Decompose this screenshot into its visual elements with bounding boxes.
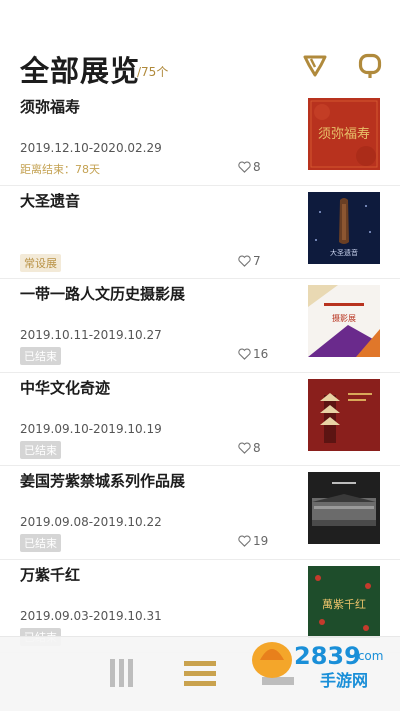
exhibition-title: 大圣遗音 bbox=[20, 191, 81, 210]
status-badge: 已结束 bbox=[20, 347, 61, 365]
list-item[interactable]: 大圣遗音 常设展 7 大圣遗音 bbox=[0, 186, 400, 279]
heart-icon bbox=[238, 254, 251, 267]
like-count: 8 bbox=[253, 440, 261, 455]
exhibition-date: 2019.09.10-2019.10.19 bbox=[20, 421, 162, 436]
header: 全部展览 /75个 bbox=[0, 0, 400, 92]
exhibition-date: 2019.09.08-2019.10.22 bbox=[20, 515, 162, 529]
exhibition-date: 2019.12.10-2020.02.29 bbox=[20, 141, 162, 155]
list-item[interactable]: 须弥福寿 2019.12.10-2020.02.29 距离结束：78天 8 须弥… bbox=[0, 92, 400, 186]
status-badge: 已结束 bbox=[20, 440, 61, 459]
search-icon[interactable] bbox=[358, 53, 382, 79]
exhibition-title: 万紫千红 bbox=[20, 565, 81, 584]
thumbnail-text: 大圣遗音 bbox=[330, 248, 358, 257]
thumbnail-text: 萬紫千红 bbox=[322, 598, 366, 611]
exhibition-title: 须弥福寿 bbox=[20, 98, 81, 116]
exhibition-thumbnail[interactable]: 摄影展 bbox=[308, 285, 380, 357]
thumbnail-text: 摄影展 bbox=[332, 313, 356, 323]
like-count: 19 bbox=[253, 534, 269, 548]
heart-icon bbox=[238, 348, 251, 360]
exhibition-date: 2019.09.03-2019.10.31 bbox=[20, 608, 162, 623]
status-badge: 已结束 bbox=[20, 534, 61, 552]
exhibition-list: 须弥福寿 2019.12.10-2020.02.29 距离结束：78天 8 须弥… bbox=[0, 92, 400, 653]
like-button[interactable]: 8 bbox=[238, 441, 261, 455]
exhibition-count: /75个 bbox=[137, 65, 169, 79]
heart-icon bbox=[238, 161, 251, 173]
exhibition-thumbnail[interactable] bbox=[308, 378, 380, 451]
like-button[interactable]: 16 bbox=[238, 347, 268, 361]
like-button[interactable]: 19 bbox=[238, 534, 268, 548]
exhibition-title: 中华文化奇迹 bbox=[20, 378, 111, 397]
exhibition-date: 2019.10.11-2019.10.27 bbox=[20, 328, 162, 342]
like-button[interactable]: 8 bbox=[238, 160, 261, 174]
list-icon[interactable] bbox=[184, 657, 216, 689]
list-item[interactable]: 一带一路人文历史摄影展 2019.10.11-2019.10.27 已结束 16… bbox=[0, 279, 400, 373]
filter-icon[interactable] bbox=[303, 55, 327, 77]
exhibition-thumbnail[interactable]: 大圣遗音 bbox=[308, 191, 380, 264]
columns-icon[interactable] bbox=[106, 657, 138, 689]
like-count: 8 bbox=[253, 160, 261, 174]
status-badge: 距离结束：78天 bbox=[20, 163, 100, 176]
heart-icon bbox=[238, 535, 251, 547]
exhibition-title: 一带一路人文历史摄影展 bbox=[20, 285, 186, 303]
like-button[interactable]: 7 bbox=[238, 254, 261, 268]
watermark-brand: 2839 bbox=[294, 642, 361, 670]
exhibition-thumbnail[interactable] bbox=[308, 472, 380, 544]
like-count: 16 bbox=[253, 347, 269, 361]
exhibition-title: 姜国芳紫禁城系列作品展 bbox=[20, 472, 186, 490]
exhibition-thumbnail[interactable]: 萬紫千红 bbox=[308, 565, 380, 638]
watermark-sub: 手游网 bbox=[320, 671, 368, 690]
page-title: 全部展览 bbox=[20, 54, 141, 88]
thumbnail-text: 须弥福寿 bbox=[318, 126, 370, 142]
watermark-suffix: .com bbox=[354, 649, 383, 663]
heart-icon bbox=[238, 441, 251, 454]
status-badge: 常设展 bbox=[20, 253, 61, 272]
list-item[interactable]: 姜国芳紫禁城系列作品展 2019.09.08-2019.10.22 已结束 19 bbox=[0, 466, 400, 560]
list-item[interactable]: 中华文化奇迹 2019.09.10-2019.10.19 已结束 8 bbox=[0, 373, 400, 466]
exhibition-thumbnail[interactable]: 须弥福寿 bbox=[308, 98, 380, 170]
watermark-logo: 2839 .com 手游网 bbox=[246, 630, 398, 700]
like-count: 7 bbox=[253, 253, 261, 268]
